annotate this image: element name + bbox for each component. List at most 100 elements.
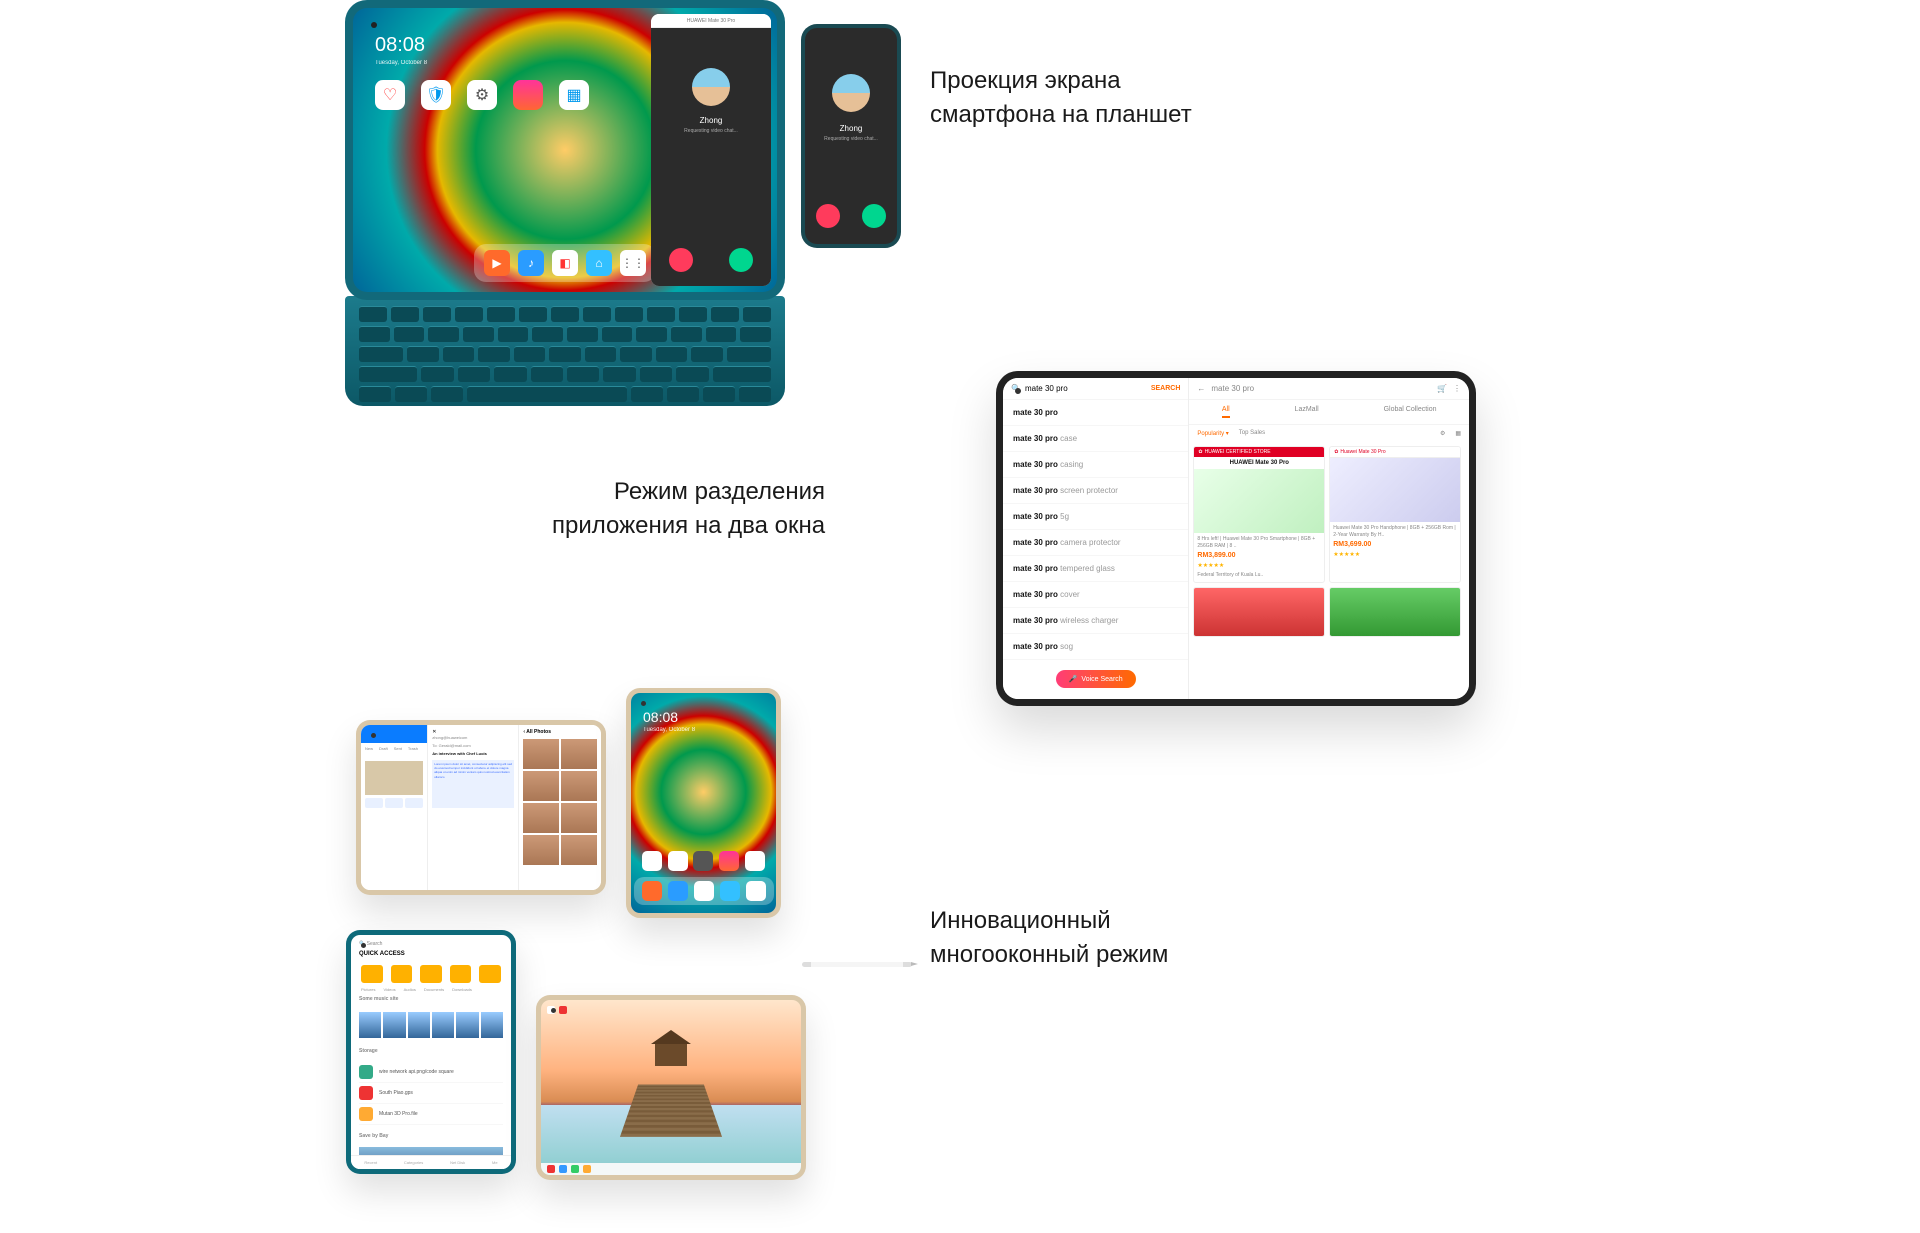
app-icon[interactable]: 🛡 — [421, 80, 451, 110]
dock-icon[interactable] — [642, 881, 662, 901]
search-suggestion[interactable]: mate 30 pro case — [1003, 426, 1188, 452]
cart-icon[interactable]: 🛒 — [1437, 384, 1447, 393]
search-suggestion[interactable]: mate 30 pro camera protector — [1003, 530, 1188, 556]
search-suggestion[interactable]: mate 30 pro 5g — [1003, 504, 1188, 530]
search-suggestion[interactable]: mate 30 pro tempered glass — [1003, 556, 1188, 582]
search-button[interactable]: SEARCH — [1151, 385, 1181, 392]
search-suggestion[interactable]: mate 30 pro wireless charger — [1003, 608, 1188, 634]
back-icon[interactable]: ← — [1197, 384, 1205, 393]
keyboard[interactable] — [345, 296, 785, 406]
product-price: RM3,899.00 — [1194, 552, 1324, 562]
folder-icon[interactable] — [391, 965, 413, 983]
dock-icon[interactable]: ♪ — [518, 250, 544, 276]
list-item[interactable]: wire network api.png/code square — [359, 1062, 503, 1083]
dock-icon[interactable] — [746, 881, 766, 901]
filter-topsales[interactable]: Top Sales — [1239, 430, 1265, 437]
app-icon[interactable] — [745, 851, 765, 871]
decline-call-button[interactable] — [816, 204, 840, 228]
list-item[interactable]: Mutan 3D Pro.file — [359, 1104, 503, 1125]
app-icon[interactable]: ▦ — [559, 80, 589, 110]
app-icon[interactable]: ♡ — [375, 80, 405, 110]
product-card[interactable]: ✿Huawei Mate 30 Pro Huawei Mate 30 Pro H… — [1329, 446, 1461, 583]
dock-icon[interactable] — [668, 881, 688, 901]
search-suggestion[interactable]: mate 30 pro casing — [1003, 452, 1188, 478]
tab-all[interactable]: All — [1222, 406, 1230, 418]
search-suggestion[interactable]: mate 30 pro screen protector — [1003, 478, 1188, 504]
app-row: ♡ 🛡 ⚙ ▦ — [375, 80, 589, 110]
folder-icon[interactable] — [420, 965, 442, 983]
search-suggestion[interactable]: mate 30 pro cover — [1003, 582, 1188, 608]
device-landscape-photo — [536, 995, 806, 1180]
photo-thumb[interactable] — [523, 739, 559, 769]
product-card[interactable] — [1329, 587, 1461, 637]
dock-icon[interactable] — [694, 881, 714, 901]
dock: ▶ ♪ ◧ ⌂ ⋮⋮ — [474, 244, 656, 282]
grid-view-icon[interactable]: ▦ — [1455, 430, 1461, 437]
search-suggestion[interactable]: mate 30 pro sog — [1003, 634, 1188, 660]
dock-icon[interactable]: ⌂ — [586, 250, 612, 276]
section-label: Some music site — [351, 992, 511, 1006]
taskbar-icon[interactable] — [571, 1165, 579, 1173]
photo-thumb[interactable] — [561, 835, 597, 865]
back-icon[interactable]: ‹ — [523, 729, 525, 735]
huawei-logo-icon: ✿ — [1198, 449, 1202, 455]
voice-search-button[interactable]: 🎤 Voice Search — [1056, 670, 1136, 688]
photo-thumb[interactable] — [523, 835, 559, 865]
folder-icon[interactable] — [361, 965, 383, 983]
tab-categories[interactable]: Categories — [404, 1160, 423, 1165]
taskbar-icon[interactable] — [559, 1165, 567, 1173]
tab-global[interactable]: Global Collection — [1384, 406, 1437, 418]
search-input[interactable] — [1025, 384, 1151, 393]
accept-call-button[interactable] — [729, 248, 753, 272]
dock-icon[interactable]: ▶ — [484, 250, 510, 276]
more-icon[interactable]: ⋮ — [1453, 384, 1461, 393]
caller-avatar — [692, 68, 730, 106]
pier — [620, 1084, 722, 1136]
product-card[interactable]: ✿HUAWEI CERTIFIED STORE HUAWEI Mate 30 P… — [1193, 446, 1325, 583]
taskbar-icon[interactable] — [583, 1165, 591, 1173]
decline-call-button[interactable] — [669, 248, 693, 272]
photo-thumb[interactable] — [561, 771, 597, 801]
app-icon[interactable] — [719, 851, 739, 871]
split-right-pane: ← mate 30 pro 🛒 ⋮ All LazMall Global Col… — [1189, 378, 1469, 699]
window-icon[interactable] — [547, 1006, 555, 1014]
tab-lazmall[interactable]: LazMall — [1295, 406, 1319, 418]
app-icon[interactable] — [642, 851, 662, 871]
app-icon[interactable] — [668, 851, 688, 871]
search-suggestion[interactable]: mate 30 pro — [1003, 400, 1188, 426]
dock-icon[interactable] — [720, 881, 740, 901]
photo-thumb[interactable] — [523, 771, 559, 801]
app-icon[interactable]: ⚙ — [467, 80, 497, 110]
app-icon[interactable] — [693, 851, 713, 871]
tab-me[interactable]: Me — [492, 1160, 498, 1165]
folder-icon[interactable] — [450, 965, 472, 983]
search-placeholder[interactable]: Search — [367, 941, 383, 947]
photo-thumb[interactable] — [561, 803, 597, 833]
photo-thumb[interactable] — [561, 739, 597, 769]
nav-sent[interactable]: Sent — [394, 746, 402, 751]
caption-line: Проекция экрана — [930, 64, 1192, 98]
dock-icon[interactable]: ⋮⋮ — [620, 250, 646, 276]
filter-popularity[interactable]: Popularity ▾ — [1197, 430, 1228, 437]
email-body: Lorem ipsum dolor sit amet, consectetur … — [432, 760, 514, 808]
filter-icon[interactable]: ⚙ — [1440, 430, 1445, 437]
app-icon[interactable] — [513, 80, 543, 110]
nav-trash[interactable]: Trash — [408, 746, 418, 751]
caption-split: Режим разделения приложения на два окна — [552, 475, 825, 542]
caller-name: Zhong — [805, 124, 897, 133]
nav-new[interactable]: New — [365, 746, 373, 751]
folder-label: Pictures — [361, 987, 375, 992]
product-card[interactable] — [1193, 587, 1325, 637]
photo-thumb[interactable] — [523, 803, 559, 833]
folder-icon[interactable] — [479, 965, 501, 983]
tab-netdisk[interactable]: Net Disk — [450, 1160, 465, 1165]
tab-recent[interactable]: Recent — [364, 1160, 377, 1165]
date: Tuesday, October 8 — [643, 727, 695, 733]
window-icon[interactable] — [559, 1006, 567, 1014]
taskbar-icon[interactable] — [547, 1165, 555, 1173]
accept-call-button[interactable] — [862, 204, 886, 228]
nav-draft[interactable]: Draft — [379, 746, 388, 751]
folder-label: Audios — [404, 987, 416, 992]
list-item[interactable]: South Piao.gps — [359, 1083, 503, 1104]
dock-icon[interactable]: ◧ — [552, 250, 578, 276]
